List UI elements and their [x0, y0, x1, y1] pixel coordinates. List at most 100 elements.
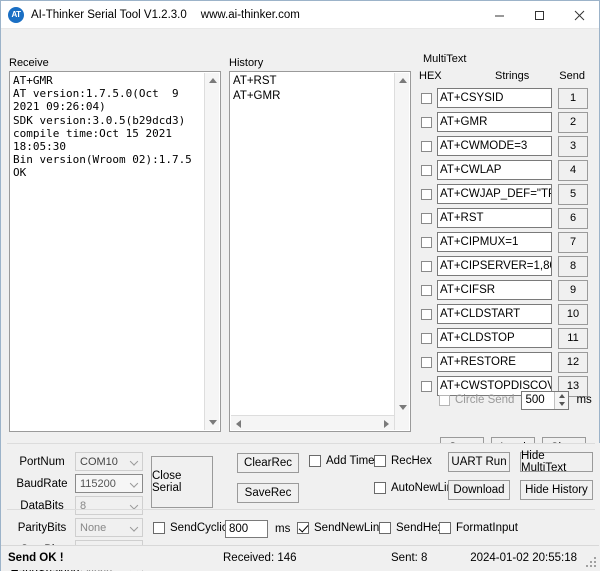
hex-checkbox[interactable]	[421, 237, 432, 248]
send-slot-button[interactable]: 8	[558, 256, 588, 277]
command-input[interactable]: AT+CIPMUX=1	[437, 232, 552, 252]
multitext-row: AT+RST 6	[417, 206, 595, 230]
status-sent: Sent: 8	[391, 552, 427, 564]
scroll-up-icon[interactable]	[395, 73, 410, 88]
send-cyclic-checkbox[interactable]	[153, 522, 165, 534]
send-hex-checkbox-row[interactable]: SendHex	[379, 522, 443, 534]
send-hex-checkbox[interactable]	[379, 522, 391, 534]
send-slot-button[interactable]: 12	[558, 352, 588, 373]
download-button[interactable]: Download	[448, 480, 510, 500]
hex-checkbox[interactable]	[421, 117, 432, 128]
command-input[interactable]: AT+CIFSR	[437, 280, 552, 300]
command-input[interactable]: AT+RST	[437, 208, 552, 228]
hex-checkbox[interactable]	[421, 357, 432, 368]
scroll-right-icon[interactable]	[379, 416, 394, 431]
history-listbox[interactable]: AT+RST AT+GMR	[229, 71, 411, 432]
history-label: History	[229, 57, 411, 70]
hex-checkbox[interactable]	[421, 141, 432, 152]
status-bar: Send OK ! Received: 146 Sent: 8 2024-01-…	[1, 545, 599, 570]
history-vertical-scrollbar[interactable]	[394, 73, 409, 430]
rec-hex-checkbox[interactable]	[374, 455, 386, 467]
send-slot-button[interactable]: 4	[558, 160, 588, 181]
add-time-checkbox[interactable]	[309, 455, 321, 467]
close-serial-button[interactable]: Close Serial	[151, 456, 213, 508]
hex-checkbox[interactable]	[421, 165, 432, 176]
minimize-icon[interactable]	[479, 1, 519, 29]
circle-send-interval-stepper[interactable]: 500	[521, 391, 569, 410]
receive-textarea[interactable]: AT+GMR AT version:1.7.5.0(Oct 9 2021 09:…	[9, 71, 221, 432]
receive-vertical-scrollbar[interactable]	[204, 73, 219, 430]
history-panel: History AT+RST AT+GMR	[229, 57, 411, 432]
hex-checkbox[interactable]	[421, 261, 432, 272]
scroll-up-icon[interactable]	[205, 73, 220, 88]
history-horizontal-scrollbar[interactable]	[231, 415, 394, 430]
add-time-checkbox-row[interactable]: Add Time	[309, 455, 375, 467]
list-item[interactable]: AT+GMR	[233, 89, 393, 104]
stepper-up-icon[interactable]	[555, 392, 568, 401]
multitext-row: AT+CLDSTOP 11	[417, 326, 595, 350]
format-input-checkbox-row[interactable]: FormatInput	[439, 522, 518, 534]
resize-grip-icon[interactable]	[585, 556, 596, 567]
command-input[interactable]: AT+CSYSID	[437, 88, 552, 108]
command-input[interactable]: AT+CWMODE=3	[437, 136, 552, 156]
portnum-select[interactable]: COM10	[75, 452, 143, 471]
command-input[interactable]: AT+CIPSERVER=1,80	[437, 256, 552, 276]
multitext-row: AT+CWJAP_DEF="TP-Link 5	[417, 182, 595, 206]
auto-newline-checkbox[interactable]	[374, 482, 386, 494]
send-cyclic-checkbox-row[interactable]: SendCyclic	[153, 522, 228, 534]
hex-checkbox[interactable]	[421, 309, 432, 320]
portnum-value: COM10	[80, 456, 118, 468]
hide-history-button[interactable]: Hide History	[520, 480, 593, 500]
send-cyclic-interval-input[interactable]: 800	[225, 520, 268, 538]
send-slot-button[interactable]: 5	[558, 184, 588, 205]
format-input-checkbox[interactable]	[439, 522, 451, 534]
send-slot-button[interactable]: 7	[558, 232, 588, 253]
command-input[interactable]: AT+CWJAP_DEF="TP-Link	[437, 184, 552, 204]
history-list: AT+RST AT+GMR	[233, 74, 393, 104]
auto-newline-checkbox-row[interactable]: AutoNewLine	[374, 482, 459, 494]
databits-select[interactable]: 8	[75, 496, 143, 515]
send-slot-button[interactable]: 2	[558, 112, 588, 133]
hex-checkbox[interactable]	[421, 93, 432, 104]
hex-checkbox[interactable]	[421, 213, 432, 224]
multitext-row: AT+CWLAP 4	[417, 158, 595, 182]
command-input[interactable]: AT+CLDSTART	[437, 304, 552, 324]
stepper-buttons[interactable]	[554, 392, 568, 409]
multitext-row: AT+CIFSR 9	[417, 278, 595, 302]
rec-hex-checkbox-row[interactable]: RecHex	[374, 455, 432, 467]
clear-rec-button[interactable]: ClearRec	[237, 453, 299, 473]
send-slot-button[interactable]: 1	[558, 88, 588, 109]
close-icon[interactable]	[559, 1, 599, 29]
send-newline-checkbox[interactable]	[297, 522, 309, 534]
circle-send-interval-value: 500	[522, 394, 544, 406]
hide-multitext-button[interactable]: Hide MultiText	[520, 452, 593, 472]
scroll-left-icon[interactable]	[231, 416, 246, 431]
maximize-icon[interactable]	[519, 1, 559, 29]
send-slot-button[interactable]: 11	[558, 328, 588, 349]
status-received: Received: 146	[223, 552, 297, 564]
command-input[interactable]: AT+RESTORE	[437, 352, 552, 372]
send-slot-button[interactable]: 9	[558, 280, 588, 301]
baudrate-select[interactable]: 115200	[75, 474, 143, 493]
list-item[interactable]: AT+RST	[233, 74, 393, 89]
chevron-down-icon	[131, 524, 138, 531]
send-slot-button[interactable]: 10	[558, 304, 588, 325]
hex-checkbox[interactable]	[421, 285, 432, 296]
save-rec-button[interactable]: SaveRec	[237, 483, 299, 503]
send-slot-button[interactable]: 6	[558, 208, 588, 229]
scroll-down-icon[interactable]	[205, 415, 220, 430]
command-input[interactable]: AT+CWLAP	[437, 160, 552, 180]
command-input[interactable]: AT+CLDSTOP	[437, 328, 552, 348]
paritybits-select[interactable]: None	[75, 518, 143, 537]
circle-send-row: Circle Send 500 ms	[417, 389, 595, 411]
send-slot-button[interactable]: 3	[558, 136, 588, 157]
hex-checkbox[interactable]	[421, 189, 432, 200]
scroll-down-icon[interactable]	[395, 400, 410, 415]
command-input[interactable]: AT+GMR	[437, 112, 552, 132]
uart-run-button[interactable]: UART Run	[448, 452, 510, 472]
stepper-down-icon[interactable]	[555, 400, 568, 409]
circle-send-checkbox[interactable]	[439, 395, 450, 406]
label-baudrate: BaudRate	[9, 478, 75, 490]
hex-checkbox[interactable]	[421, 333, 432, 344]
send-newline-checkbox-row[interactable]: SendNewLin	[297, 522, 379, 534]
